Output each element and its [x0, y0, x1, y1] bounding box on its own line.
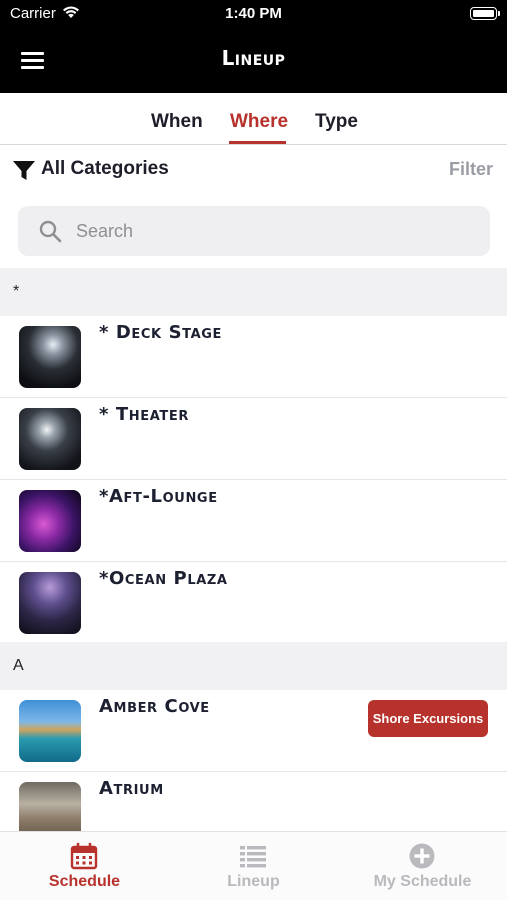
page-title: Lineup [221, 46, 286, 70]
section-header: A [0, 642, 507, 690]
search-icon [39, 220, 62, 243]
status-bar: Carrier 1:40 PM [0, 0, 507, 28]
section-header: * [0, 268, 507, 316]
shore-excursions-button[interactable]: Shore Excursions [368, 700, 488, 737]
venue-name: *Ocean Plaza [99, 568, 228, 589]
venue-thumbnail [19, 408, 81, 470]
venue-name: Amber Cove [99, 696, 210, 717]
tab-label: My Schedule [373, 873, 472, 890]
tab-lineup[interactable]: Lineup [169, 832, 338, 900]
venue-row-ocean-plaza[interactable]: *Ocean Plaza [0, 562, 507, 644]
view-tabs: When Where Type [0, 93, 507, 145]
section-header-label: * [13, 283, 20, 300]
clock: 1:40 PM [225, 5, 282, 22]
venue-row-amber-cove[interactable]: Amber Cove Shore Excursions [0, 690, 507, 772]
venue-name: *Aft-Lounge [99, 486, 218, 507]
venue-thumbnail [19, 572, 81, 634]
tab-label: Schedule [48, 873, 121, 890]
venue-row-deck-stage[interactable]: * Deck Stage [0, 316, 507, 398]
venue-row-aft-lounge[interactable]: *Aft-Lounge [0, 480, 507, 562]
list-icon [240, 846, 266, 868]
tab-type[interactable]: Type [315, 111, 358, 133]
category-selector[interactable]: All Categories [41, 158, 169, 180]
plus-circle-icon [409, 843, 435, 869]
tab-label: Lineup [227, 873, 280, 890]
battery-icon [470, 7, 500, 20]
venue-thumbnail [19, 326, 81, 388]
search-bar [18, 206, 490, 256]
filter-button[interactable]: Filter [449, 159, 493, 180]
calendar-icon [70, 842, 98, 870]
venue-name: Atrium [99, 778, 164, 799]
venue-thumbnail [19, 700, 81, 762]
bottom-tab-bar: Schedule Lineup My Schedule [0, 831, 507, 900]
venue-name: * Deck Stage [99, 322, 223, 343]
search-input[interactable] [76, 218, 476, 244]
navigation-bar: Lineup [0, 28, 507, 93]
venue-name: * Theater [99, 404, 189, 425]
tab-my-schedule[interactable]: My Schedule [338, 832, 507, 900]
funnel-icon[interactable] [13, 161, 35, 181]
venue-row-theater[interactable]: * Theater [0, 398, 507, 480]
section-header-label: A [13, 657, 24, 674]
active-tab-indicator [229, 141, 286, 144]
venue-thumbnail [19, 490, 81, 552]
tab-schedule[interactable]: Schedule [0, 832, 169, 900]
tab-where[interactable]: Where [230, 111, 288, 133]
tab-when[interactable]: When [151, 111, 203, 133]
category-filter-row: All Categories Filter [0, 146, 507, 194]
